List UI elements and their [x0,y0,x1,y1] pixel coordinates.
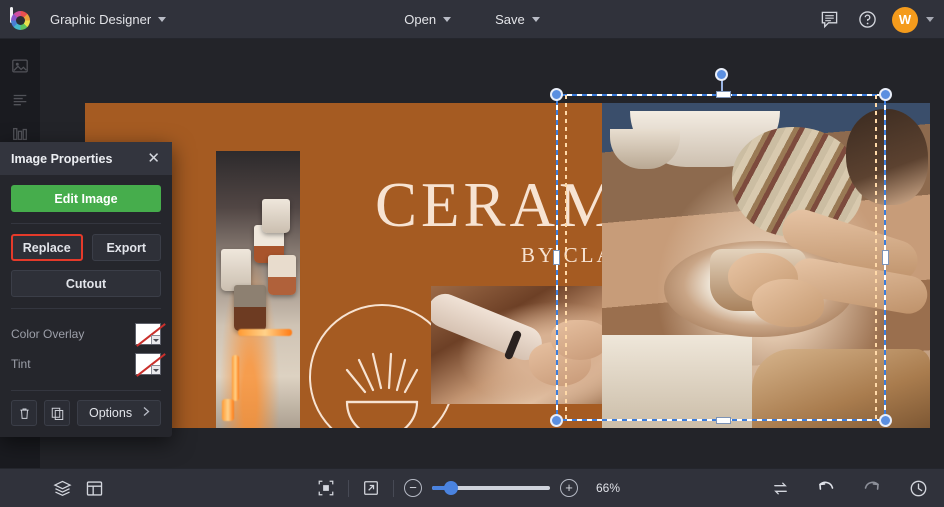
top-right-actions: W [816,0,934,39]
cutout-button[interactable]: Cutout [11,270,161,297]
open-external-icon[interactable] [359,476,383,500]
panel-title: Image Properties [11,151,113,166]
smart-guide-left [565,95,567,420]
rotate-handle-icon[interactable] [715,68,728,81]
resize-handle-bottom-left[interactable] [550,414,563,427]
replace-export-row: Replace Export [11,234,161,261]
zoom-in-button[interactable]: + [560,479,578,497]
tint-label: Tint [11,357,31,371]
open-menu-button[interactable]: Open [393,7,462,33]
tint-swatch[interactable] [135,353,166,377]
selection-overlay [550,68,892,427]
tint-row: Tint [11,349,166,379]
page-layout-icon[interactable] [82,476,106,500]
chevron-down-icon [158,16,167,22]
zoom-out-button[interactable]: − [404,479,422,497]
resize-handle-middle-right[interactable] [882,250,889,265]
panel-header: Image Properties ✕ [0,142,172,175]
app-logo[interactable] [0,7,40,31]
app-root: Graphic Designer Open Save W CERAMICS BY… [0,0,944,507]
divider [11,308,161,309]
color-overlay-label: Color Overlay [11,327,85,341]
resize-handle-middle-left[interactable] [553,250,560,265]
undo-icon[interactable] [814,476,838,500]
swap-arrows-icon[interactable] [768,476,792,500]
resize-handle-top-left[interactable] [550,88,563,101]
divider [11,223,161,224]
document-title-menu[interactable]: Graphic Designer [40,6,176,32]
close-icon[interactable]: ✕ [144,149,163,168]
chevron-down-icon [443,17,452,22]
image-icon [11,57,29,80]
divider [393,479,394,497]
open-menu-label: Open [404,12,437,27]
comment-icon[interactable] [816,7,842,33]
resize-handle-top-center[interactable] [716,91,731,98]
avatar-initial: W [898,12,912,27]
resize-handle-bottom-center[interactable] [716,417,731,424]
chevron-right-icon [142,406,151,420]
avatar[interactable]: W [892,6,918,33]
canvas-area[interactable]: CERAMICS BY CLARA [40,39,944,468]
layers-icon[interactable] [50,476,74,500]
zoom-slider-handle[interactable] [444,481,458,495]
question-circle-icon[interactable] [854,7,880,33]
sidebar-item-text[interactable] [0,85,40,119]
text-lines-icon [11,91,29,114]
smart-guide-right [875,95,877,420]
panel-footer: Options [0,391,172,437]
redo-icon[interactable] [860,476,884,500]
panel-body: Edit Image Replace Export Cutout Color O… [0,175,172,391]
document-title-label: Graphic Designer [50,11,152,27]
replace-button[interactable]: Replace [11,234,83,261]
history-clock-icon[interactable] [906,476,930,500]
bottom-right-tools [768,476,930,500]
photo-kiln-cups[interactable] [216,151,300,428]
resize-handle-bottom-right[interactable] [879,414,892,427]
edit-image-button[interactable]: Edit Image [11,185,161,212]
save-menu-label: Save [495,12,525,27]
color-overlay-row: Color Overlay [11,319,166,349]
save-menu-button[interactable]: Save [484,7,551,33]
resize-handle-top-right[interactable] [879,88,892,101]
color-overlay-swatch[interactable] [135,323,166,347]
zoom-slider[interactable] [432,481,550,495]
sidebar-item-images[interactable] [0,51,40,85]
chevron-down-icon[interactable] [151,335,160,344]
bottom-left-tools [0,476,106,500]
bottom-toolbar: − + 66% [0,468,944,507]
top-toolbar: Graphic Designer Open Save W [0,0,944,39]
trash-icon[interactable] [11,400,37,426]
color-wheel-logo-icon [8,7,32,31]
image-properties-panel: Image Properties ✕ Edit Image Replace Ex… [0,142,172,437]
options-button[interactable]: Options [77,400,161,426]
chevron-down-icon[interactable] [151,365,160,374]
zoom-level-label: 66% [596,481,621,495]
export-button[interactable]: Export [91,234,161,261]
chevron-down-icon [531,17,540,22]
fit-to-screen-icon[interactable] [314,476,338,500]
options-label: Options [89,406,133,420]
divider [348,479,349,497]
duplicate-icon[interactable] [44,400,70,426]
chevron-down-icon[interactable] [926,17,934,22]
